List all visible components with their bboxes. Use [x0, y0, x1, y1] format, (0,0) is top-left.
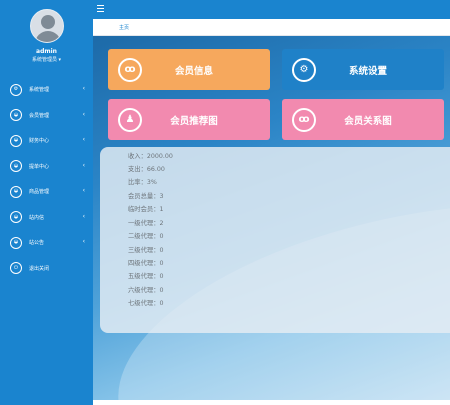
user-profile: admin 系统管理员 ▾	[0, 0, 93, 70]
gear-icon: ⚙	[292, 57, 316, 82]
car-icon: ◒	[10, 160, 22, 173]
sidebar-item-members[interactable]: ◒ 会员管理 ‹	[0, 103, 93, 129]
sidebar-item-messages[interactable]: ◒ 站内信 ‹	[0, 205, 93, 231]
sidebar-nav: ⚙ 系统管理 ‹ ◒ 会员管理 ‹ ◒ 财务中心 ‹ ◒ 提单中心 ‹ ◒ 商品…	[0, 77, 93, 281]
chevron-left-icon: ‹	[82, 110, 85, 118]
dashboard: ꝏ 会员信息 ⚙ 系统设置 ♟ 会员推荐图 ꝏ 会员关系图 收入：2000.00…	[93, 36, 450, 400]
sidebar-item-label: 提单中心	[29, 163, 50, 170]
users-icon: ꝏ	[118, 57, 142, 82]
stat-row: 七级代理：0	[128, 300, 164, 307]
chevron-left-icon: ‹	[82, 212, 85, 220]
car-icon: ◒	[10, 211, 22, 224]
car-icon: ◒	[10, 134, 22, 147]
sidebar-item-label: 站公告	[29, 240, 45, 247]
tile-label: 会员信息	[174, 65, 213, 77]
power-icon: ⏻	[10, 262, 22, 275]
breadcrumb-home-link[interactable]: 主页	[119, 24, 129, 31]
car-icon: ◒	[10, 109, 22, 122]
sidebar-item-label: 财务中心	[29, 138, 50, 145]
gear-icon: ⚙	[10, 83, 22, 96]
chevron-left-icon: ‹	[82, 136, 85, 143]
chevron-left-icon: ‹	[82, 161, 85, 169]
user-name: admin	[36, 48, 57, 55]
user-icon: ♟	[118, 107, 142, 132]
tile-label: 系统设置	[348, 65, 387, 77]
sidebar-item-products[interactable]: ◒ 商品管理 ‹	[0, 179, 93, 205]
stat-row: 支出：66.00	[128, 166, 165, 173]
top-bar	[93, 0, 450, 19]
sidebar-item-logout[interactable]: ⏻ 退出关闭	[0, 256, 93, 282]
tile-label: 会员推荐图	[170, 115, 218, 127]
stat-row: 临时会员：1	[128, 206, 164, 213]
stat-row: 三级代理：0	[128, 247, 164, 254]
stat-row: 六级代理：0	[128, 287, 164, 294]
sidebar-item-orders[interactable]: ◒ 提单中心 ‹	[0, 154, 93, 180]
member-referral-tile[interactable]: ♟ 会员推荐图	[108, 99, 270, 140]
users-icon: ꝏ	[292, 107, 316, 132]
stat-row: 四级代理：0	[128, 260, 164, 267]
system-settings-tile[interactable]: ⚙ 系统设置	[282, 49, 444, 90]
sidebar-item-announcements[interactable]: ◒ 站公告 ‹	[0, 230, 93, 256]
stat-row: 收入：2000.00	[128, 153, 173, 160]
sidebar-item-label: 会员管理	[29, 112, 50, 119]
member-info-tile[interactable]: ꝏ 会员信息	[108, 49, 270, 90]
breadcrumb: 主页	[93, 19, 450, 36]
stat-row: 一级代理：2	[128, 220, 164, 227]
sidebar-item-label: 站内信	[29, 214, 45, 221]
footer	[93, 400, 450, 405]
car-icon: ◒	[10, 185, 22, 198]
car-icon: ◒	[10, 236, 22, 249]
sidebar-item-system[interactable]: ⚙ 系统管理 ‹	[0, 77, 93, 103]
stat-row: 比率：3%	[128, 179, 157, 186]
menu-icon[interactable]	[97, 5, 104, 12]
chevron-left-icon: ‹	[82, 238, 85, 245]
sidebar-item-label: 退出关闭	[29, 265, 50, 272]
stat-row: 二级代理：0	[128, 233, 164, 240]
stats-panel: 收入：2000.00 支出：66.00 比率：3% 会员总量：3 临时会员：1 …	[100, 147, 450, 333]
sidebar-item-label: 系统管理	[29, 87, 50, 94]
stat-row: 五级代理：0	[128, 273, 164, 280]
tile-label: 会员关系图	[344, 115, 392, 127]
sidebar-item-finance[interactable]: ◒ 财务中心 ‹	[0, 128, 93, 154]
member-relations-tile[interactable]: ꝏ 会员关系图	[282, 99, 444, 140]
chevron-left-icon: ‹	[82, 85, 85, 92]
sidebar: admin 系统管理员 ▾ ⚙ 系统管理 ‹ ◒ 会员管理 ‹ ◒ 财务中心 ‹…	[0, 0, 93, 405]
stat-row: 会员总量：3	[128, 193, 164, 200]
avatar[interactable]	[29, 9, 64, 43]
main-content: 主页 ꝏ 会员信息 ⚙ 系统设置 ♟ 会员推荐图 ꝏ 会员关系图 收入：2000…	[93, 19, 450, 405]
chevron-left-icon: ‹	[82, 187, 85, 194]
sidebar-item-label: 商品管理	[29, 189, 50, 196]
user-role-dropdown[interactable]: 系统管理员 ▾	[32, 56, 61, 63]
